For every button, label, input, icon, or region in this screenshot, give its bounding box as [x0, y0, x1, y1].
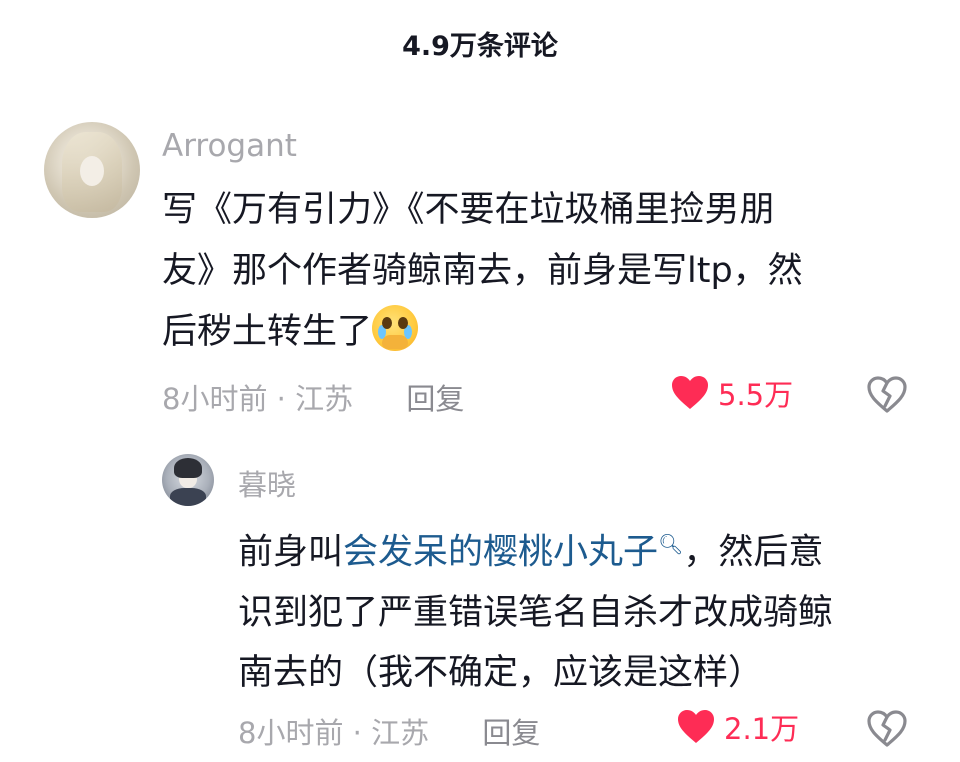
- reply-text: 前身叫会发呆的樱桃小丸子🔍︎，然后意 识到犯了严重错误笔名自杀才改成骑鲸 南去的…: [238, 514, 918, 703]
- reply-text-line: 南去的（我不确定，应该是这样）: [238, 652, 764, 693]
- comment-location: 江苏: [295, 382, 354, 416]
- reply-text-prefix: 前身叫: [238, 532, 344, 573]
- comment-text-line: 友》那个作者骑鲸南去，前身是写ltp，然: [162, 251, 803, 291]
- reply-text-line: 识到犯了严重错误笔名自杀才改成骑鲸: [238, 592, 834, 633]
- search-icon[interactable]: 🔍︎: [658, 532, 683, 556]
- heart-icon: [678, 710, 714, 743]
- heart-icon: [672, 376, 708, 409]
- comments-count-title: 4.9万条评论: [402, 31, 558, 62]
- comment-meta: 8小时前 · 江苏 回复: [162, 376, 464, 418]
- comment-text-line: 后秽土转生了: [162, 312, 373, 352]
- meta-separator: ·: [352, 716, 362, 750]
- comment-time: 8小时前: [162, 382, 268, 416]
- avatar[interactable]: [44, 122, 140, 218]
- crying-face-emoji-icon: [372, 305, 419, 351]
- like-button[interactable]: 2.1万: [676, 706, 799, 748]
- reply-time: 8小时前: [238, 716, 344, 750]
- broken-heart-icon: [867, 376, 907, 413]
- like-count: 2.1万: [724, 712, 800, 746]
- like-button[interactable]: 5.5万: [670, 372, 793, 414]
- reply-meta: 8小时前 · 江苏 回复: [238, 710, 540, 752]
- dislike-button[interactable]: [866, 710, 908, 752]
- comment-text-line: 写《万有引力》《不要在垃圾桶里捡男朋: [162, 190, 775, 230]
- comment-text: 写《万有引力》《不要在垃圾桶里捡男朋 友》那个作者骑鲸南去，前身是写ltp，然 …: [162, 180, 902, 363]
- reply-button[interactable]: 回复: [406, 382, 464, 416]
- search-link[interactable]: 会发呆的樱桃小丸子: [343, 533, 658, 573]
- like-count: 5.5万: [718, 378, 794, 412]
- reply-text-after-link: ，然后意: [683, 532, 824, 573]
- reply-username[interactable]: 暮晓: [238, 462, 296, 504]
- comment-username[interactable]: Arrogant: [162, 128, 297, 164]
- dislike-button[interactable]: [866, 376, 908, 418]
- meta-separator: ·: [276, 382, 286, 416]
- reply-location: 江苏: [371, 716, 430, 750]
- reply-avatar[interactable]: [162, 454, 214, 506]
- reply-button[interactable]: 回复: [482, 716, 540, 750]
- broken-heart-icon: [867, 710, 907, 747]
